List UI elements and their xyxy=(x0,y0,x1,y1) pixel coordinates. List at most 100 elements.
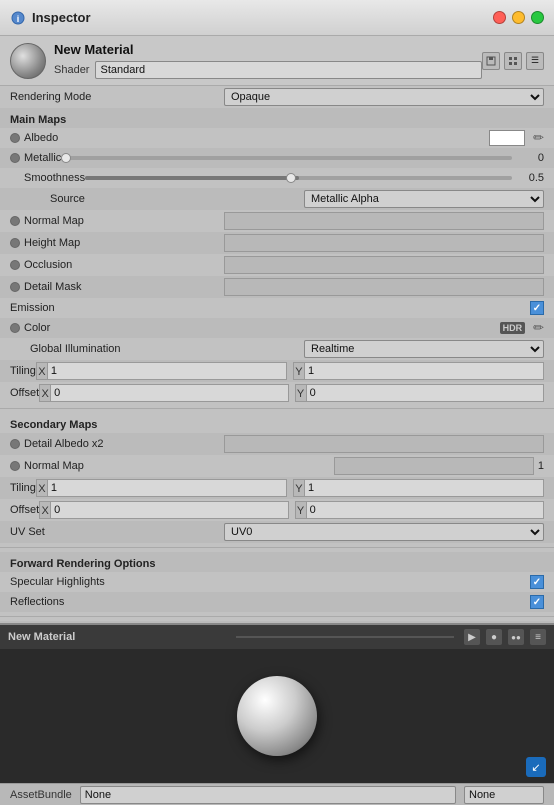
smoothness-slider-track[interactable] xyxy=(85,176,512,180)
heightmap-toggle[interactable] xyxy=(10,238,20,248)
icon-save[interactable] xyxy=(482,52,500,70)
main-tiling-y-input[interactable] xyxy=(305,362,544,380)
sec-tiling-fields: X Y xyxy=(36,479,544,497)
specular-checkbox[interactable] xyxy=(530,575,544,589)
inspector-window: i Inspector New Material Shader Standard xyxy=(0,0,554,805)
asset-bundle-select-1[interactable]: None xyxy=(80,786,456,804)
albedo-color-swatch[interactable] xyxy=(489,130,525,146)
reflections-row: Reflections xyxy=(0,592,554,612)
specular-row: Specular Highlights xyxy=(0,572,554,592)
color-picker-icon[interactable]: ✏ xyxy=(533,320,544,336)
preview-menu-btn[interactable]: ≡ xyxy=(530,629,546,645)
height-map-row: Height Map xyxy=(0,232,554,254)
emission-checkbox[interactable] xyxy=(530,301,544,315)
sec-offset-y-input[interactable] xyxy=(307,501,544,519)
sec-tiling-x-input[interactable] xyxy=(48,479,287,497)
smoothness-label: Smoothness xyxy=(10,172,85,184)
metallic-row: Metallic 0 xyxy=(0,148,554,168)
preview-play-btn[interactable]: ▶ xyxy=(464,629,480,645)
sec-normal-map-row: Normal Map 1 xyxy=(0,455,554,477)
main-offset-y-input[interactable] xyxy=(307,384,544,402)
smoothness-slider-thumb[interactable] xyxy=(286,173,296,183)
sec-tiling-y-group: Y xyxy=(293,479,544,497)
sec-tiling-y-input[interactable] xyxy=(305,479,544,497)
metallic-slider-track[interactable] xyxy=(61,156,512,160)
uv-set-dropdown[interactable]: UV0 UV1 xyxy=(224,523,544,541)
sec-normal-map-box[interactable] xyxy=(334,457,534,475)
sec-normal-map-label: Normal Map xyxy=(24,460,84,472)
emission-label: Emission xyxy=(10,302,55,314)
normal-map-box[interactable] xyxy=(224,212,544,230)
main-tiling-x-input[interactable] xyxy=(48,362,287,380)
asset-bundle-select-2[interactable]: None xyxy=(464,786,544,804)
reflections-checkbox[interactable] xyxy=(530,595,544,609)
sec-offset-x-input[interactable] xyxy=(51,501,288,519)
detail-albedo-label: Detail Albedo x2 xyxy=(24,438,104,450)
albedo-toggle[interactable] xyxy=(10,133,20,143)
sec-normalmap-toggle[interactable] xyxy=(10,461,20,471)
divider-3 xyxy=(0,616,554,617)
metallic-value: 0 xyxy=(516,152,544,164)
color-row: Color HDR ✏ xyxy=(0,318,554,338)
shader-dropdown[interactable]: Standard xyxy=(95,61,482,79)
metallic-toggle[interactable] xyxy=(10,153,20,163)
metallic-slider-thumb[interactable] xyxy=(61,153,71,163)
hdr-badge: HDR xyxy=(500,322,526,334)
normal-map-label: Normal Map xyxy=(24,215,84,227)
albedo-label: Albedo xyxy=(24,132,58,144)
maximize-button[interactable] xyxy=(531,11,544,24)
detail-albedo-box[interactable] xyxy=(224,435,544,453)
height-map-box[interactable] xyxy=(224,234,544,252)
sec-offset-x-group: X xyxy=(39,501,288,519)
main-tiling-fields: X Y xyxy=(36,362,544,380)
sec-offset-y-group: Y xyxy=(295,501,544,519)
rendering-mode-label: Rendering Mode xyxy=(10,91,91,103)
occlusion-toggle[interactable] xyxy=(10,260,20,270)
minimize-button[interactable] xyxy=(512,11,525,24)
preview-dots-btn[interactable]: ●● xyxy=(508,629,524,645)
rendering-mode-dropdown[interactable]: Opaque Transparent Cutout Fade xyxy=(224,88,544,106)
source-dropdown[interactable]: Metallic Alpha Albedo Alpha xyxy=(304,190,544,208)
main-tiling-row: Tiling X Y xyxy=(0,360,554,382)
uv-set-label: UV Set xyxy=(10,526,45,538)
main-offset-label: Offset xyxy=(10,387,39,399)
smoothness-slider-container: 0.5 xyxy=(85,172,544,184)
main-maps-label: Main Maps xyxy=(10,114,66,126)
main-offset-fields: X Y xyxy=(39,384,544,402)
height-map-label: Height Map xyxy=(24,237,80,249)
sec-offset-fields: X Y xyxy=(39,501,544,519)
main-offset-row: Offset X Y xyxy=(0,382,554,404)
detailmask-toggle[interactable] xyxy=(10,282,20,292)
normal-map-row: Normal Map xyxy=(0,210,554,232)
close-button[interactable] xyxy=(493,11,506,24)
main-tiling-x-label: X xyxy=(36,362,48,380)
occlusion-box[interactable] xyxy=(224,256,544,274)
detail-mask-box[interactable] xyxy=(224,278,544,296)
divider-2 xyxy=(0,547,554,548)
preview-circle-btn[interactable]: ● xyxy=(486,629,502,645)
detail-albedo-toggle[interactable] xyxy=(10,439,20,449)
detail-mask-field xyxy=(224,278,544,296)
forward-rendering-label: Forward Rendering Options xyxy=(10,558,155,570)
icon-grid[interactable] xyxy=(504,52,522,70)
albedo-picker-icon[interactable]: ✏ xyxy=(533,130,544,146)
metallic-label: Metallic xyxy=(24,152,61,164)
main-offset-y-label: Y xyxy=(295,384,307,402)
preview-corner-icon[interactable]: ↙ xyxy=(526,757,546,777)
color-toggle[interactable] xyxy=(10,323,20,333)
sec-normal-value: 1 xyxy=(538,460,544,472)
specular-label: Specular Highlights xyxy=(10,576,105,588)
preview-title: New Material xyxy=(8,631,226,643)
divider-1 xyxy=(0,408,554,409)
sec-tiling-x-group: X xyxy=(36,479,287,497)
albedo-row: Albedo ✏ xyxy=(0,128,554,148)
preview-toolbar: New Material ▶ ● ●● ≡ xyxy=(0,625,554,649)
source-row: Source Metallic Alpha Albedo Alpha xyxy=(0,188,554,210)
icon-menu[interactable]: ☰ xyxy=(526,52,544,70)
sec-offset-y-label: Y xyxy=(295,501,307,519)
svg-text:i: i xyxy=(17,14,20,24)
main-offset-x-input[interactable] xyxy=(51,384,288,402)
normalmap-toggle[interactable] xyxy=(10,216,20,226)
global-illum-dropdown[interactable]: Realtime Baked None xyxy=(304,340,544,358)
main-offset-y-group: Y xyxy=(295,384,544,402)
